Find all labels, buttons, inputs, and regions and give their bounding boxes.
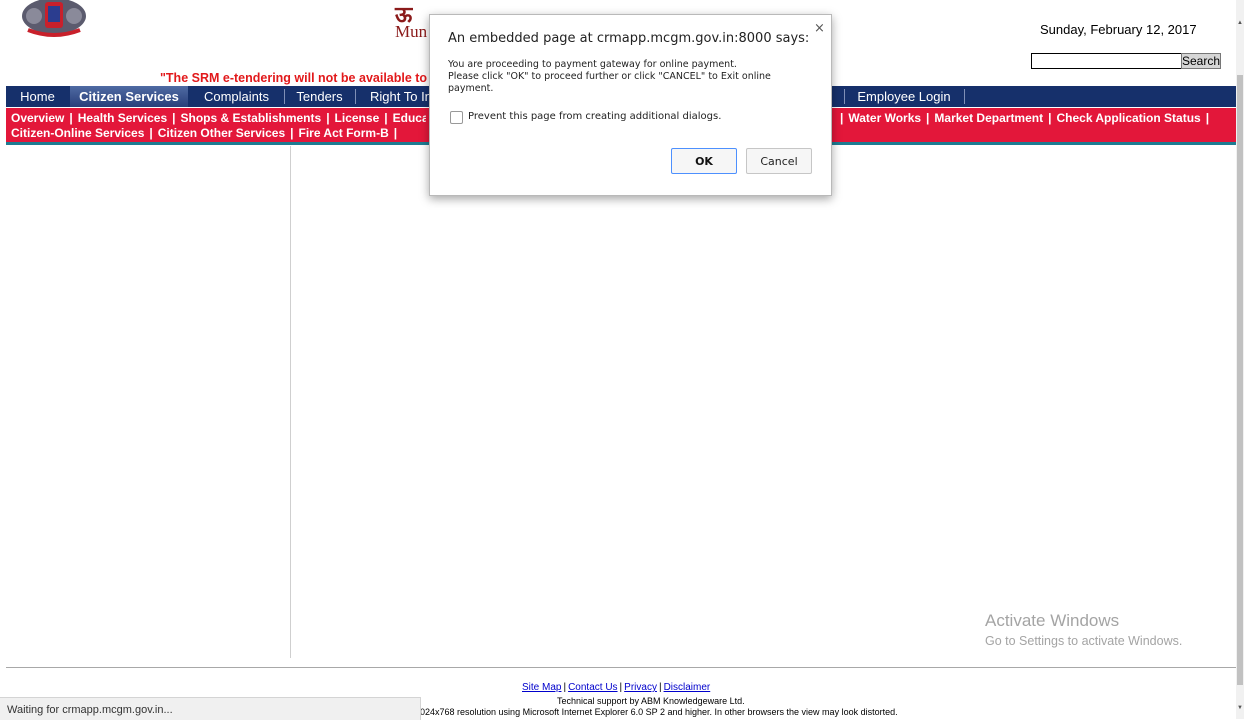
footer-links: Site Map | Contact Us | Privacy | Disclaimer: [522, 682, 711, 693]
dialog-message: You are proceeding to payment gateway fo…: [448, 59, 808, 95]
sub-nav-row-2: Citizen-Online Services | Citizen Other Se…: [11, 126, 402, 140]
watermark-subtitle: Go to Settings to activate Windows.: [985, 634, 1183, 648]
brand-title: ऊ Mun: [395, 4, 428, 41]
scrollbar-thumb[interactable]: [1237, 75, 1243, 685]
page-scrollbar[interactable]: ▲ ▼: [1236, 0, 1244, 719]
scroll-down-arrow-icon[interactable]: ▼: [1237, 705, 1243, 711]
subnav-check-application-status[interactable]: Check Application Status: [1056, 111, 1200, 125]
nav-home[interactable]: Home: [6, 86, 69, 107]
subnav-license[interactable]: License: [335, 111, 380, 125]
subnav-separator: |: [1048, 111, 1052, 125]
nav-divider: [964, 89, 965, 104]
page: ऊ Mun Sunday, February 12, 2017 Search "…: [0, 0, 1238, 720]
browser-status-bar: Waiting for crmapp.mcgm.gov.in...: [0, 697, 421, 720]
prevent-dialogs-label[interactable]: Prevent this page from creating addition…: [468, 111, 721, 122]
footer-support: Technical support by ABM Knowledgeware L…: [557, 696, 745, 706]
footer-resolution-note: 024x768 resolution using Microsoft Inter…: [420, 707, 898, 717]
nav-complaints[interactable]: Complaints: [189, 86, 284, 107]
dialog-message-line: payment.: [448, 83, 494, 94]
subnav-citizen-other-services[interactable]: Citizen Other Services: [158, 126, 285, 140]
subnav-separator: |: [840, 111, 844, 125]
subnav-separator: |: [326, 111, 330, 125]
footer-privacy[interactable]: Privacy: [624, 682, 657, 693]
search-button[interactable]: Search: [1181, 53, 1221, 69]
footer-site-map[interactable]: Site Map: [522, 682, 561, 693]
dialog-title: An embedded page at crmapp.mcgm.gov.in:8…: [448, 31, 810, 46]
status-text: Waiting for crmapp.mcgm.gov.in...: [7, 704, 173, 716]
nav-citizen-services[interactable]: Citizen Services: [70, 86, 188, 107]
nav-tenders[interactable]: Tenders: [285, 86, 354, 107]
subnav-separator: |: [290, 126, 294, 140]
footer-contact-us[interactable]: Contact Us: [568, 682, 617, 693]
watermark-title: Activate Windows: [985, 611, 1120, 630]
subnav-water-works[interactable]: Water Works: [848, 111, 921, 125]
subnav-separator: |: [149, 126, 153, 140]
notice-banner: "The SRM e-tendering will not be availab…: [160, 71, 428, 85]
activate-windows-watermark: Activate Windows Go to Settings to activ…: [985, 611, 1182, 648]
mcgm-logo[interactable]: [18, 0, 90, 40]
subnav-shops-establishments[interactable]: Shops & Establishments: [180, 111, 321, 125]
search-input[interactable]: [1031, 53, 1182, 69]
current-date: Sunday, February 12, 2017: [1040, 22, 1197, 37]
subnav-fire-act-form-b[interactable]: Fire Act Form-B: [299, 126, 389, 140]
nav-right-to-information[interactable]: Right To Information: [356, 86, 432, 107]
subnav-market-department[interactable]: Market Department: [934, 111, 1043, 125]
subnav-education[interactable]: Education: [393, 111, 426, 125]
close-icon[interactable]: ×: [814, 21, 825, 36]
subnav-separator: |: [384, 111, 388, 125]
subnav-separator: |: [172, 111, 176, 125]
subnav-separator: |: [1205, 111, 1210, 125]
subnav-overview[interactable]: Overview: [11, 111, 64, 125]
dialog-message-line: You are proceeding to payment gateway fo…: [448, 59, 737, 70]
dialog-message-line: Please click "OK" to proceed further or …: [448, 71, 771, 82]
content-divider: [290, 146, 291, 658]
subnav-separator: |: [69, 111, 73, 125]
subnav-health-services[interactable]: Health Services: [78, 111, 167, 125]
prevent-dialogs-checkbox[interactable]: [450, 111, 463, 124]
nav-employee-login[interactable]: Employee Login: [845, 86, 963, 107]
sub-nav-row-1: Overview | Health Services | Shops & Establi…: [11, 111, 426, 125]
alert-dialog: An embedded page at crmapp.mcgm.gov.in:8…: [429, 14, 832, 196]
subnav-separator: |: [926, 111, 930, 125]
scroll-up-arrow-icon[interactable]: ▲: [1237, 20, 1243, 26]
footer-divider: [6, 667, 1238, 668]
brand-line2: Mun: [395, 22, 428, 41]
subnav-separator: |: [393, 126, 398, 140]
footer-disclaimer[interactable]: Disclaimer: [664, 682, 711, 693]
subnav-citizen-online-services[interactable]: Citizen-Online Services: [11, 126, 144, 140]
ok-button[interactable]: OK: [671, 148, 737, 174]
cancel-button[interactable]: Cancel: [746, 148, 812, 174]
sub-nav-row-1-right: | Water Works | Market Department | Check App…: [840, 111, 1214, 125]
